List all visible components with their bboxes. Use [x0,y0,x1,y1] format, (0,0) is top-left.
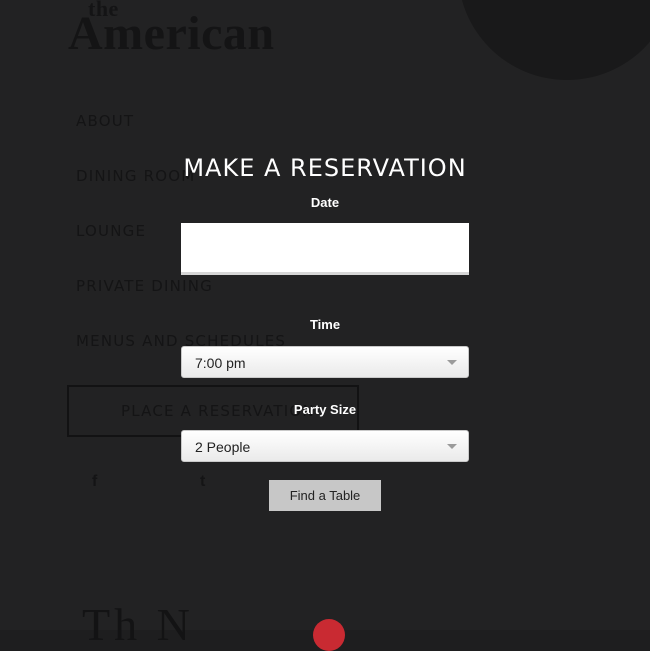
party-size-select[interactable]: 2 People [181,430,469,462]
twitter-icon[interactable]: t [200,473,205,491]
nav-private-dining[interactable]: PRIVATE DINING [76,277,213,295]
date-input[interactable] [181,223,469,275]
nav-about[interactable]: ABOUT [76,112,134,130]
date-label: Date [310,195,340,210]
party-size-select-value: 2 People [195,439,251,455]
facebook-icon[interactable]: f [92,473,97,491]
logo-american: American [68,7,275,60]
red-dot-badge [313,619,345,651]
find-table-button[interactable]: Find a Table [269,480,381,511]
footer-logo: Th N [82,599,194,650]
nav-lounge[interactable]: LOUNGE [76,222,146,240]
time-label: Time [309,317,341,332]
decorative-circle [458,0,650,80]
chevron-down-icon [447,444,457,449]
time-select-value: 7:00 pm [195,355,246,371]
time-select[interactable]: 7:00 pm [181,346,469,378]
page-background: the American ABOUT DINING ROOM LOUNGE PR… [0,0,650,651]
modal-title: MAKE A RESERVATION [183,154,467,182]
chevron-down-icon [447,360,457,365]
party-size-label: Party Size [293,402,357,417]
